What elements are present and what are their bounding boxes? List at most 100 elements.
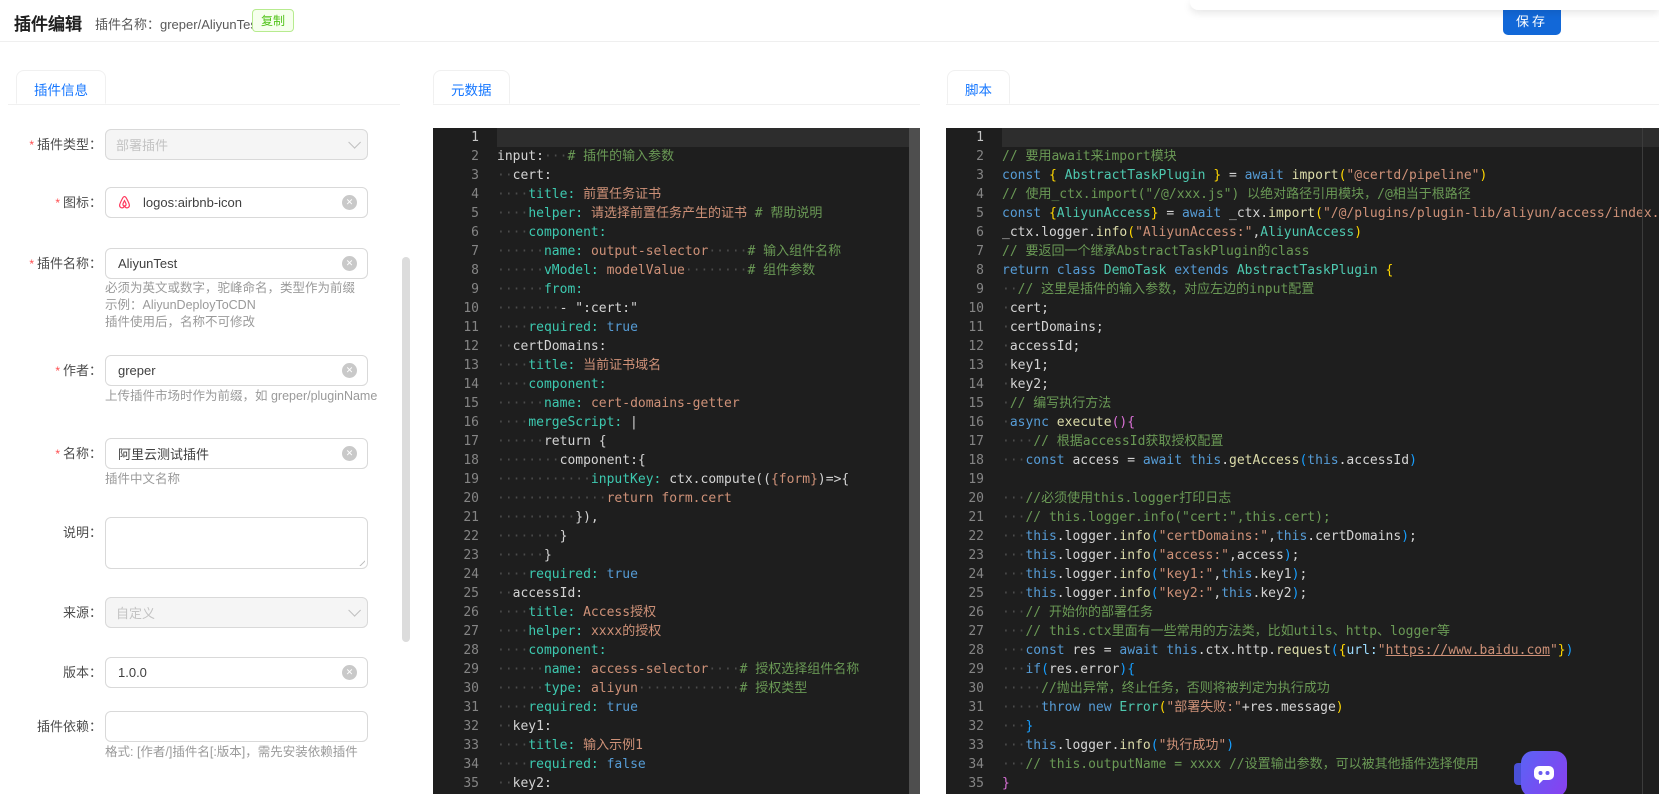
code-line: 9 ······from:	[471, 282, 584, 297]
code-line: 22 ········}	[463, 529, 568, 544]
code-line: 3 ··cert:	[471, 168, 552, 183]
code-line: 32 ···}	[968, 719, 1034, 734]
author-input[interactable]	[116, 362, 342, 379]
plugin-edit-page: 插件编辑 插件名称：greper/AliyunTest 复制 保存 插件信息 *…	[0, 0, 1659, 794]
code-line: 13 ·key1;	[968, 358, 1049, 373]
plugin-name-help: 必须为英文或数字，驼峰命名，类型作为前缀 示例：AliyunDeployToCD…	[105, 281, 356, 329]
code-line: 4 ····title: 前置任务证书	[471, 187, 662, 202]
copy-button[interactable]: 复制	[252, 9, 295, 32]
title-help: 插件中文名称	[105, 472, 181, 486]
dependencies-input[interactable]	[116, 718, 357, 735]
version-input[interactable]	[116, 664, 342, 681]
plugin-name-text: 插件名称：greper/AliyunTest	[95, 17, 261, 32]
code-line: 21 ···// this.logger.info("cert:",this.ce…	[968, 510, 1331, 525]
code-line: 15 ·// 编写执行方法	[968, 396, 1112, 411]
icon-input[interactable]	[141, 194, 342, 211]
code-line: 17 ····// 根据accessId获取授权配置	[968, 434, 1224, 449]
chat-robot-icon	[1534, 766, 1554, 784]
description-textarea[interactable]	[116, 518, 357, 572]
source-select[interactable]: 自定义	[105, 597, 368, 628]
code-line: 17 ······return {	[463, 434, 607, 449]
code-line: 2// 要用await来import模块	[976, 149, 1177, 164]
metadata-panel: 元数据 1 2 input:···# 插件的输入参数 3 ··cert: 4 ····tit…	[433, 68, 920, 794]
code-line: 5 const {AliyunAccess} = await _ctx.impor…	[976, 206, 1659, 221]
code-line: 1	[433, 128, 920, 147]
tab-script[interactable]: 脚本	[947, 70, 1010, 104]
code-line: 27 ···// this.ctx里面有一些常用的方法类，比如utils、http…	[968, 624, 1450, 639]
code-line: 28 ····component:	[463, 643, 607, 658]
code-line: 9 ··// 这里是插件的输入参数，对应左边的input配置	[976, 282, 1315, 297]
code-line: 19 ············inputKey: ctx.compute(({fo…	[463, 472, 850, 487]
clear-icon[interactable]: ✕	[342, 363, 357, 378]
metadata-code-editor[interactable]: 1 2 input:···# 插件的输入参数 3 ··cert: 4 ····title: …	[433, 128, 920, 794]
code-line: 19	[968, 472, 984, 487]
code-line: 16 ····mergeScript: |	[463, 415, 638, 430]
code-line: 29 ······name: access-selector····# 授权选择组…	[463, 662, 860, 677]
plugin-name-input[interactable]	[116, 255, 342, 272]
dependencies-help: 格式: [作者/]插件名[:版本]，需先安装依赖插件	[105, 745, 358, 759]
form-scrollbar[interactable]	[402, 257, 410, 642]
script-code-editor[interactable]: 1 2// 要用await来import模块 3 const { AbstractTa…	[946, 128, 1659, 794]
code-line: 14 ·key2;	[968, 377, 1049, 392]
title-input[interactable]	[116, 445, 342, 462]
top-right-floating-bar	[1190, 0, 1659, 10]
code-line: 4// 使用_ctx.import("/@/xxx.js") 以绝对路径引用模块…	[976, 187, 1471, 202]
clear-icon[interactable]: ✕	[342, 256, 357, 271]
icon-field-wrap: ✕	[105, 187, 368, 218]
code-line: 12 ··certDomains:	[463, 339, 607, 354]
code-line: 22 ···this.logger.info("certDomains:",thi…	[968, 529, 1417, 544]
code-line: 11 ·certDomains;	[968, 320, 1104, 335]
code-line: 26 ····title: Access授权	[463, 605, 657, 620]
code-line: 15 ······name: cert-domains-getter	[463, 396, 740, 411]
code-line: 32 ··key1:	[463, 719, 552, 734]
code-line: 26 ···// 开始你的部署任务	[968, 605, 1153, 620]
clear-icon[interactable]: ✕	[342, 446, 357, 461]
editor-scrollbar-rule	[1642, 128, 1643, 794]
code-line: 24 ···this.logger.info("key1:",this.key1)…	[968, 567, 1308, 582]
code-line: 23 ···this.logger.info("access:",access);	[968, 548, 1300, 563]
code-line: 29 ···if(res.error){	[968, 662, 1136, 677]
code-line: 27 ····helper: xxxx的授权	[463, 624, 662, 639]
clear-icon[interactable]: ✕	[342, 195, 357, 210]
code-line: 13 ····title: 当前证书域名	[463, 358, 662, 373]
metadata-tabbar: 元数据	[433, 70, 920, 105]
script-tabbar: 脚本	[946, 70, 1659, 105]
code-line: 6 _ctx.logger.info("AliyunAccess:",Aliyun…	[976, 225, 1363, 240]
code-line: 28 ···const res = await this.ctx.http.req…	[968, 643, 1574, 658]
code-line: 23 ······}	[463, 548, 552, 563]
code-line: 3 const { AbstractTaskPlugin } = await im…	[976, 168, 1488, 183]
code-line: 34 ····required: false	[463, 757, 646, 772]
clear-icon[interactable]: ✕	[342, 665, 357, 680]
chat-bot-button[interactable]	[1514, 751, 1567, 794]
code-line: 8 return class DemoTask extends AbstractT…	[976, 263, 1394, 278]
code-line: 11 ····required: true	[463, 320, 638, 335]
airbnb-icon	[119, 195, 130, 209]
code-line: 35 ··key2:	[463, 776, 552, 791]
code-line: 10 ·cert;	[968, 301, 1049, 316]
chat-bot-handle	[1514, 763, 1521, 785]
code-line: 14 ····component:	[463, 377, 607, 392]
script-panel: 脚本 1 2// 要用await来import模块 3 const { Abstrac…	[946, 68, 1659, 794]
code-line: 25 ··accessId:	[463, 586, 584, 601]
code-line: 30 ·····//抛出异常，终止任务，否则将被判定为执行成功	[968, 681, 1330, 696]
code-line: 20 ···//必须使用this.logger打印日志	[968, 491, 1232, 506]
code-line: 24 ····required: true	[463, 567, 638, 582]
code-line: 21 ··········}),	[463, 510, 599, 525]
code-line: 2 input:···# 插件的输入参数	[471, 149, 675, 164]
code-line: 6 ····component:	[471, 225, 607, 240]
code-line: 31 ····required: true	[463, 700, 638, 715]
code-line: 20 ··············return form.cert	[463, 491, 732, 506]
plugin-info-tabbar: 插件信息	[8, 70, 400, 105]
code-line: 8 ······vModel: modelValue········# 组件参数	[471, 263, 816, 278]
code-line: 1	[946, 128, 1659, 147]
code-line: 18 ···const access = await this.getAccess…	[968, 453, 1417, 468]
required-mark: *	[29, 138, 34, 152]
tab-plugin-info[interactable]: 插件信息	[16, 70, 106, 104]
metadata-editor-scrollbar[interactable]	[909, 128, 920, 794]
plugin-type-select[interactable]: 部署插件	[105, 129, 368, 160]
page-title: 插件编辑	[14, 15, 82, 34]
tab-metadata[interactable]: 元数据	[433, 70, 510, 104]
code-line: 25 ···this.logger.info("key2:",this.key2)…	[968, 586, 1308, 601]
chevron-down-icon	[348, 604, 361, 617]
code-line: 12 ·accessId;	[968, 339, 1081, 354]
